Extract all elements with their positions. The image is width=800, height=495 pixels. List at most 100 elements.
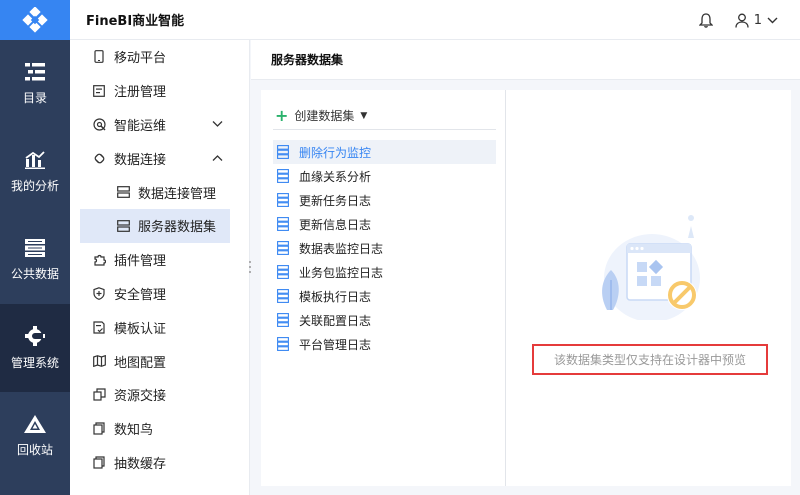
public-data-icon: [25, 238, 45, 257]
management-menu: 移动平台 注册管理 智能运维 数据连接 数据连接管理 服务器数据集 插件管理 安…: [70, 40, 250, 495]
management-gear-icon: [25, 325, 45, 346]
dataset-card: + 创建数据集 ▼ 删除行为监控 血缘关系分析 更新任务日志 更新信息日志 数据…: [261, 90, 791, 486]
left-rail: 目录 我的分析 公共数据 管理系统 回收站: [0, 0, 70, 495]
finebi-logo-icon: [22, 7, 48, 33]
catalog-icon: [25, 62, 45, 80]
dataset-label: 模板执行日志: [299, 289, 372, 304]
shuzhiniao-icon: [92, 422, 106, 436]
menu-item-data-connection[interactable]: 数据连接: [70, 141, 249, 175]
dataset-item[interactable]: 删除行为监控: [273, 140, 496, 164]
menu-item-label: 数知鸟: [114, 423, 154, 439]
menu-item-label: 资源交接: [114, 389, 167, 405]
dataset-icon: [277, 169, 289, 183]
dataset-list: 删除行为监控 血缘关系分析 更新任务日志 更新信息日志 数据表监控日志 业务包监…: [273, 140, 496, 356]
connection-manage-icon: [116, 185, 130, 199]
dataset-icon: [277, 193, 289, 207]
dataset-label: 更新信息日志: [299, 217, 372, 232]
rail-label: 目录: [22, 90, 47, 105]
menu-item-label: 模板认证: [114, 321, 167, 337]
top-bar: FineBI商业智能 1: [70, 0, 800, 40]
caret-down-icon: ▼: [360, 110, 368, 121]
map-icon: [92, 354, 106, 368]
dataset-item[interactable]: 数据表监控日志: [273, 236, 496, 260]
user-icon: [735, 13, 749, 28]
dataset-label: 更新任务日志: [299, 193, 372, 208]
main-content: 服务器数据集 + 创建数据集 ▼ 删除行为监控 血缘关系分析 更新任务日志 更新…: [251, 40, 800, 495]
dataset-item[interactable]: 业务包监控日志: [273, 260, 496, 284]
ops-icon: [92, 117, 106, 131]
dataset-label: 平台管理日志: [299, 337, 372, 352]
preview-unsupported-notice: 该数据集类型仅支持在设计器中预览: [532, 344, 768, 375]
template-cert-icon: [92, 320, 106, 334]
plugin-icon: [92, 253, 106, 267]
menu-item-map-config[interactable]: 地图配置: [70, 344, 249, 378]
menu-item-label: 抽数缓存: [114, 456, 167, 472]
dataset-item[interactable]: 血缘关系分析: [273, 164, 496, 188]
dataset-item[interactable]: 平台管理日志: [273, 332, 496, 356]
menu-item-security[interactable]: 安全管理: [70, 277, 249, 311]
create-dataset-label: 创建数据集: [294, 109, 355, 123]
dataset-icon: [277, 313, 289, 327]
shield-icon: [92, 286, 106, 300]
menu-item-label: 数据连接: [114, 152, 167, 168]
user-menu[interactable]: 1: [735, 13, 778, 28]
analysis-chart-icon: [25, 150, 45, 169]
menu-item-label: 移动平台: [114, 51, 167, 67]
logo[interactable]: [0, 0, 70, 40]
chevron-down-icon: [212, 121, 223, 128]
menu-item-register[interactable]: 注册管理: [70, 74, 249, 108]
menu-item-mobile-platform[interactable]: 移动平台: [70, 40, 249, 74]
dataset-icon: [277, 217, 289, 231]
rail-label: 管理系统: [10, 355, 59, 370]
dataset-label: 数据表监控日志: [299, 241, 384, 256]
menu-item-resource-handover[interactable]: 资源交接: [70, 378, 249, 412]
server-dataset-icon: [116, 219, 130, 233]
menu-item-shuzhiniao[interactable]: 数知鸟: [70, 412, 249, 446]
menu-item-plugins[interactable]: 插件管理: [70, 243, 249, 277]
menu-item-label: 智能运维: [114, 118, 167, 134]
menu-item-connection-management[interactable]: 数据连接管理: [70, 175, 249, 209]
link-icon: [92, 151, 106, 165]
menu-item-template-cert[interactable]: 模板认证: [70, 310, 249, 344]
dataset-item[interactable]: 更新信息日志: [273, 212, 496, 236]
resource-handover-icon: [92, 388, 106, 402]
dataset-item[interactable]: 模板执行日志: [273, 284, 496, 308]
dataset-icon: [277, 145, 289, 159]
rail-item-management[interactable]: 管理系统: [0, 304, 70, 392]
dataset-item[interactable]: 关联配置日志: [273, 308, 496, 332]
plus-icon: +: [275, 105, 289, 125]
unsupported-preview-illustration: [602, 215, 700, 320]
rail-label: 回收站: [16, 442, 53, 457]
page-title: 服务器数据集: [251, 40, 800, 80]
rail-item-public-data[interactable]: 公共数据: [0, 216, 70, 304]
chevron-up-icon: [212, 155, 223, 162]
mobile-icon: [92, 50, 106, 64]
menu-item-label: 服务器数据集: [138, 220, 217, 236]
dataset-label: 删除行为监控: [299, 145, 372, 160]
menu-item-server-dataset[interactable]: 服务器数据集: [80, 208, 230, 243]
create-dataset-button[interactable]: + 创建数据集 ▼: [273, 102, 496, 130]
menu-item-smart-ops[interactable]: 智能运维: [70, 108, 249, 142]
chevron-down-icon: [767, 17, 778, 23]
menu-item-label: 插件管理: [114, 254, 167, 270]
extract-cache-icon: [92, 455, 106, 469]
menu-item-extract-cache[interactable]: 抽数缓存: [70, 446, 249, 480]
dataset-icon: [277, 241, 289, 255]
dataset-label: 关联配置日志: [299, 313, 372, 328]
dataset-icon: [277, 289, 289, 303]
user-name: 1: [753, 12, 762, 28]
rail-label: 我的分析: [10, 178, 59, 193]
dataset-item[interactable]: 更新任务日志: [273, 188, 496, 212]
rail-item-my-analysis[interactable]: 我的分析: [0, 128, 70, 216]
menu-item-label: 数据连接管理: [138, 186, 217, 202]
dataset-icon: [277, 265, 289, 279]
rail-label: 公共数据: [10, 266, 59, 281]
menu-item-label: 注册管理: [114, 85, 167, 101]
dataset-list-pane: + 创建数据集 ▼ 删除行为监控 血缘关系分析 更新任务日志 更新信息日志 数据…: [261, 90, 506, 486]
rail-item-recycle-bin[interactable]: 回收站: [0, 392, 70, 480]
app-title: FineBI商业智能: [86, 14, 185, 29]
recycle-bin-icon: [24, 414, 46, 433]
dataset-icon: [277, 337, 289, 351]
rail-item-catalog[interactable]: 目录: [0, 40, 70, 128]
bell-icon[interactable]: [698, 12, 713, 28]
